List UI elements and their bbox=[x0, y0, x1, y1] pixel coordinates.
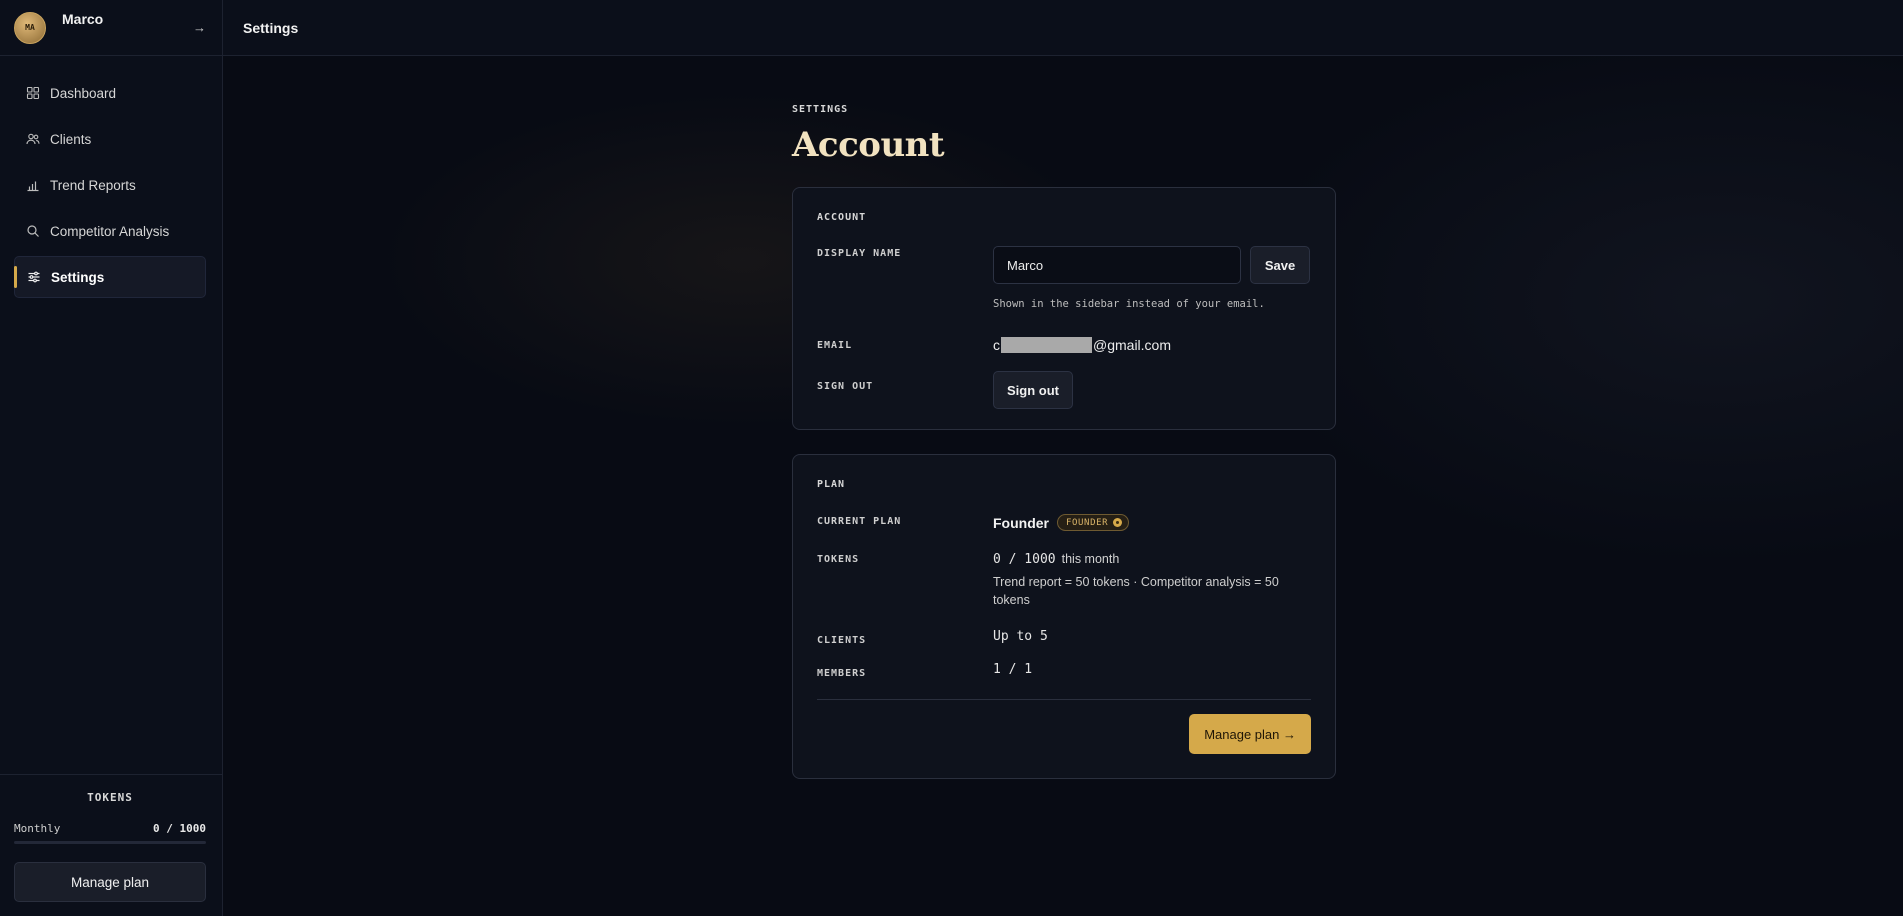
display-name-value: Save Shown in the sidebar instead of you… bbox=[993, 246, 1311, 310]
search-icon bbox=[26, 224, 40, 238]
current-plan-row: CURRENT PLAN Founder FOUNDER bbox=[817, 514, 1311, 531]
sidebar-item-label: Clients bbox=[50, 131, 92, 147]
sidebar-nav: Dashboard Clients Trend Reports Competit… bbox=[0, 56, 222, 302]
tokens-progress-bar bbox=[14, 841, 206, 844]
settings-content: SETTINGS Account ACCOUNT DISPLAY NAME Sa… bbox=[792, 104, 1336, 779]
users-icon bbox=[26, 132, 40, 146]
email-redaction bbox=[1001, 337, 1092, 353]
plan-card: PLAN CURRENT PLAN Founder FOUNDER TOKENS bbox=[792, 454, 1336, 779]
sliders-icon bbox=[27, 270, 41, 284]
email-prefix: c bbox=[993, 337, 1000, 353]
sidebar-manage-plan-button[interactable]: Manage plan bbox=[14, 862, 206, 902]
topbar-title: Settings bbox=[243, 19, 299, 36]
account-card-title: ACCOUNT bbox=[817, 212, 867, 223]
plan-name: Founder bbox=[993, 514, 1049, 531]
sign-out-value: Sign out bbox=[993, 371, 1311, 409]
sidebar-item-clients[interactable]: Clients bbox=[14, 118, 206, 160]
page-title: Account bbox=[792, 125, 945, 165]
clients-row: CLIENTS Up to 5 bbox=[817, 629, 1311, 646]
main-area: Settings SETTINGS Account ACCOUNT DISPLA… bbox=[223, 0, 1903, 916]
topbar: Settings bbox=[223, 0, 1903, 56]
tokens-title: TOKENS bbox=[87, 791, 133, 804]
user-name: Marco bbox=[62, 11, 104, 27]
clients-label: CLIENTS bbox=[817, 635, 867, 646]
members-row: MEMBERS 1 / 1 bbox=[817, 662, 1311, 679]
display-name-controls: Save bbox=[993, 246, 1311, 284]
tokens-line: 0 / 1000 this month bbox=[993, 552, 1311, 567]
email-suffix: @gmail.com bbox=[1093, 337, 1172, 353]
bar-chart-icon bbox=[26, 178, 40, 192]
sign-out-label: SIGN OUT bbox=[817, 381, 874, 392]
display-name-label: DISPLAY NAME bbox=[817, 248, 902, 259]
plan-card-footer: Manage plan → bbox=[817, 700, 1311, 778]
tokens-usage: 0 / 1000 bbox=[153, 822, 206, 835]
founder-badge: FOUNDER bbox=[1057, 514, 1130, 531]
display-name-hint: Shown in the sidebar instead of your ema… bbox=[993, 298, 1265, 310]
coin-icon bbox=[1113, 518, 1123, 527]
sign-out-row: SIGN OUT Sign out bbox=[817, 371, 1311, 429]
sign-out-button[interactable]: Sign out bbox=[993, 371, 1073, 409]
display-name-row: DISPLAY NAME Save Shown in the sidebar i… bbox=[817, 246, 1311, 310]
email-label: EMAIL bbox=[817, 340, 853, 351]
sidebar-item-label: Competitor Analysis bbox=[50, 223, 170, 239]
members-label: MEMBERS bbox=[817, 668, 867, 679]
tokens-row-plan: TOKENS 0 / 1000 this month Trend report … bbox=[817, 552, 1311, 609]
sidebar-footer: TOKENS Monthly 0 / 1000 Manage plan bbox=[0, 774, 222, 916]
avatar[interactable]: MA bbox=[14, 11, 46, 44]
page-eyebrow: SETTINGS bbox=[792, 104, 849, 115]
save-button[interactable]: Save bbox=[1250, 246, 1310, 284]
sidebar-item-settings[interactable]: Settings bbox=[14, 256, 206, 298]
tokens-count: 0 / 1000 bbox=[993, 552, 1056, 567]
founder-badge-label: FOUNDER bbox=[1066, 517, 1109, 528]
grid-icon bbox=[26, 86, 40, 100]
current-plan-value: Founder FOUNDER bbox=[993, 514, 1311, 531]
sidebar: MA Marco → Dashboard Clients Trend Repor… bbox=[0, 0, 223, 916]
sidebar-item-competitor-analysis[interactable]: Competitor Analysis bbox=[14, 210, 206, 252]
account-card: ACCOUNT DISPLAY NAME Save Shown in the s… bbox=[792, 187, 1336, 430]
tokens-row: Monthly 0 / 1000 bbox=[14, 822, 206, 835]
tokens-period: Monthly bbox=[14, 822, 61, 835]
sidebar-header: MA Marco → bbox=[0, 0, 222, 56]
members-value: 1 / 1 bbox=[993, 662, 1033, 677]
sidebar-item-dashboard[interactable]: Dashboard bbox=[14, 72, 206, 114]
tokens-unit: this month bbox=[1061, 552, 1120, 566]
plan-card-title: PLAN bbox=[817, 479, 846, 490]
clients-value: Up to 5 bbox=[993, 629, 1048, 644]
tokens-description: Trend report = 50 tokens · Competitor an… bbox=[993, 575, 1279, 607]
email-row: EMAIL c @gmail.com bbox=[817, 337, 1311, 353]
current-plan-label: CURRENT PLAN bbox=[817, 516, 902, 527]
tokens-value: 0 / 1000 this month Trend report = 50 to… bbox=[993, 552, 1311, 609]
sidebar-item-label: Trend Reports bbox=[50, 177, 136, 193]
tokens-label: TOKENS bbox=[817, 554, 860, 565]
email-value: c @gmail.com bbox=[993, 337, 1311, 353]
sidebar-item-label: Dashboard bbox=[50, 85, 117, 101]
manage-plan-button[interactable]: Manage plan → bbox=[1189, 714, 1311, 754]
display-name-input[interactable] bbox=[993, 246, 1241, 284]
app-root: MA Marco → Dashboard Clients Trend Repor… bbox=[0, 0, 1903, 916]
sidebar-item-label: Settings bbox=[51, 269, 105, 285]
sidebar-item-trend-reports[interactable]: Trend Reports bbox=[14, 164, 206, 206]
collapse-arrow-icon[interactable]: → bbox=[193, 20, 206, 35]
